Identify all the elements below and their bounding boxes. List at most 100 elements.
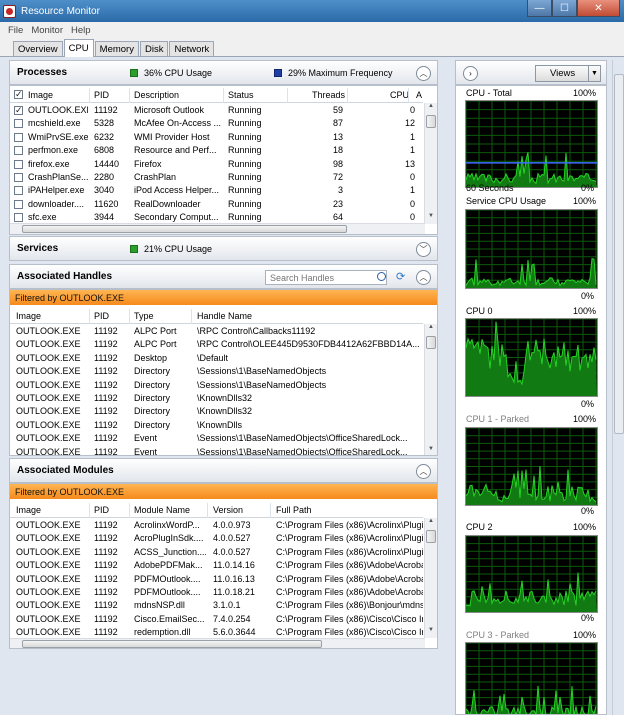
services-cpu-legend-icon — [130, 244, 138, 253]
process-checkbox[interactable] — [14, 199, 23, 209]
modules-col-module-name[interactable]: Module Name — [134, 505, 190, 515]
handle-row[interactable]: OUTLOOK.EXE 11192 Directory \KnownDlls32 — [10, 392, 423, 405]
handles-col-handle-name[interactable]: Handle Name — [197, 311, 252, 321]
tab-disk[interactable]: Disk — [139, 41, 169, 56]
handle-row[interactable]: OUTLOOK.EXE 11192 ALPC Port \RPC Control\Ca… — [10, 325, 423, 338]
module-row[interactable]: OUTLOOK.EXE 11192 Cisco.EmailSec... 7.4.0.2… — [10, 613, 423, 626]
process-image: sfc.exe — [28, 212, 57, 223]
col-image[interactable]: Image — [28, 90, 53, 100]
process-cpu: 0 — [409, 172, 415, 182]
process-pid: 3040 — [94, 185, 115, 196]
process-row[interactable]: downloader.... 11620 RealDownloader Running… — [10, 198, 423, 211]
module-module: AdobePDFMak... — [134, 560, 203, 571]
handle-image: OUTLOOK.EXE — [16, 339, 81, 350]
col-pid[interactable]: PID — [94, 90, 109, 100]
graph-max-label: 100% — [573, 522, 597, 532]
process-checkbox[interactable] — [14, 173, 23, 182]
services-header[interactable]: Services 21% CPU Usage ﹀ — [9, 236, 438, 261]
maximize-button[interactable]: ☐ — [552, 0, 577, 17]
handles-vscroll[interactable]: ▲ ▼ — [424, 324, 437, 455]
window-vscroll[interactable] — [612, 60, 624, 715]
module-row[interactable]: OUTLOOK.EXE 11192 mdnsNSP.dll 3.1.0.1 C:\Pro… — [10, 599, 423, 612]
module-row[interactable]: OUTLOOK.EXE 11192 PDFMOutlook.... 11.0.16.1… — [10, 573, 423, 586]
tab-memory[interactable]: Memory — [94, 41, 139, 56]
process-checkbox[interactable] — [14, 146, 23, 156]
handle-row[interactable]: OUTLOOK.EXE 11192 ALPC Port \RPC Control\OL… — [10, 338, 423, 351]
refresh-search-icon[interactable]: ⟳ — [396, 270, 405, 283]
graphs-toolbar: › Views ▼ — [455, 60, 607, 85]
process-checkbox[interactable] — [14, 213, 23, 223]
process-checkbox[interactable] — [14, 159, 23, 169]
process-row[interactable]: mcshield.exe 5328 McAfee On-Access ... Runn… — [10, 117, 423, 130]
process-checkbox[interactable] — [14, 119, 23, 129]
modules-collapse-icon[interactable]: ︿ — [416, 464, 431, 479]
processes-collapse-icon[interactable]: ︿ — [416, 66, 431, 81]
handle-row[interactable]: OUTLOOK.EXE 11192 Directory \KnownDlls32 — [10, 405, 423, 418]
processes-hscroll[interactable] — [10, 223, 425, 234]
handle-row[interactable]: OUTLOOK.EXE 11192 Directory \KnownDlls — [10, 419, 423, 432]
handle-image: OUTLOOK.EXE — [16, 326, 81, 336]
modules-col-version[interactable]: Version — [213, 505, 243, 515]
modules-vscroll[interactable]: ▲ ▼ — [424, 518, 437, 638]
handles-col-pid[interactable]: PID — [94, 311, 109, 321]
handles-col-image[interactable]: Image — [16, 311, 41, 321]
modules-col-pid[interactable]: PID — [94, 505, 109, 515]
chevron-down-icon[interactable]: ▼ — [588, 66, 600, 81]
handle-row[interactable]: OUTLOOK.EXE 11192 Event \Sessions\1\BaseNam… — [10, 432, 423, 445]
graph-min-label: 0% — [581, 506, 595, 516]
select-all-checkbox[interactable] — [14, 89, 23, 100]
handle-row[interactable]: OUTLOOK.EXE 11192 Directory \Sessions\1\Bas… — [10, 379, 423, 392]
col-avg-cpu[interactable]: A — [416, 90, 422, 100]
tab-network[interactable]: Network — [169, 41, 215, 56]
process-row[interactable]: firefox.exe 14440 Firefox Running 98 13 — [10, 158, 423, 171]
process-image: firefox.exe — [28, 158, 70, 169]
modules-col-full-path[interactable]: Full Path — [276, 505, 312, 515]
modules-col-image[interactable]: Image — [16, 505, 41, 515]
tab-cpu[interactable]: CPU — [63, 39, 94, 57]
handles-filter-bar: Filtered by OUTLOOK.EXE — [10, 290, 437, 305]
close-button[interactable]: ✕ — [577, 0, 620, 17]
minimize-button[interactable]: — — [527, 0, 552, 17]
process-row[interactable]: iPAHelper.exe 3040 iPod Access Helper... Ru… — [10, 184, 423, 197]
col-cpu[interactable]: CPU — [390, 90, 409, 100]
handle-type: Event — [134, 433, 158, 444]
menu-file[interactable]: File — [8, 25, 23, 36]
search-icon[interactable] — [377, 272, 386, 281]
process-checkbox[interactable] — [14, 105, 23, 116]
menu-monitor[interactable]: Monitor — [31, 25, 63, 36]
processes-cpu-usage-text: 36% CPU Usage — [144, 67, 213, 78]
module-version: 11.0.14.16 — [213, 560, 255, 571]
module-row[interactable]: OUTLOOK.EXE 11192 AcroPlugInSdk.... 4.0.0.5… — [10, 532, 423, 545]
module-row[interactable]: OUTLOOK.EXE 11192 PDFMOutlook.... 11.0.18.2… — [10, 586, 423, 599]
process-row[interactable]: CrashPlanSe... 2280 CrashPlan Running 72 0 — [10, 171, 423, 184]
search-handles-input[interactable] — [265, 270, 387, 285]
col-description[interactable]: Description — [134, 90, 179, 100]
tab-overview[interactable]: Overview — [13, 41, 63, 56]
process-status: Running — [228, 118, 262, 129]
module-row[interactable]: OUTLOOK.EXE 11192 ACSS_Junction.... 4.0.0.5… — [10, 546, 423, 559]
handle-row[interactable]: OUTLOOK.EXE 11192 Directory \Sessions\1\Bas… — [10, 365, 423, 378]
expand-chevron-icon[interactable]: › — [463, 66, 478, 81]
handles-header[interactable]: Associated Handles ⟳ ︿ — [9, 264, 438, 289]
module-row[interactable]: OUTLOOK.EXE 11192 AdobePDFMak... 11.0.14.16… — [10, 559, 423, 572]
process-row[interactable]: OUTLOOK.EXE 11192 Microsoft Outlook Running… — [10, 104, 423, 117]
services-expand-icon[interactable]: ﹀ — [416, 242, 431, 257]
modules-hscroll[interactable] — [10, 638, 425, 648]
menu-help[interactable]: Help — [71, 25, 91, 36]
handles-col-type[interactable]: Type — [134, 311, 154, 321]
modules-header[interactable]: Associated Modules ︿ — [9, 458, 438, 483]
module-row[interactable]: OUTLOOK.EXE 11192 AcrolinxWordP... 4.0.0.97… — [10, 519, 423, 532]
processes-vscroll[interactable]: ▲ ▼ — [424, 103, 437, 224]
process-row[interactable]: perfmon.exe 6808 Resource and Perf... Runni… — [10, 144, 423, 157]
handles-collapse-icon[interactable]: ︿ — [416, 270, 431, 285]
module-path: C:\Program Files (x86)\Adobe\Acroba — [276, 573, 423, 584]
process-row[interactable]: WmiPrvSE.exe 6232 WMI Provider Host Running… — [10, 131, 423, 144]
process-checkbox[interactable] — [14, 132, 23, 142]
col-threads[interactable]: Threads — [312, 90, 345, 100]
process-checkbox[interactable] — [14, 186, 23, 196]
handle-row[interactable]: OUTLOOK.EXE 11192 Desktop \Default — [10, 352, 423, 365]
processes-header[interactable]: Processes 36% CPU Usage 29% Maximum Freq… — [9, 60, 438, 85]
col-status[interactable]: Status — [228, 90, 254, 100]
views-dropdown[interactable]: Views ▼ — [535, 65, 601, 82]
handle-row[interactable]: OUTLOOK.EXE 11192 Event \Sessions\1\BaseNam… — [10, 446, 423, 455]
